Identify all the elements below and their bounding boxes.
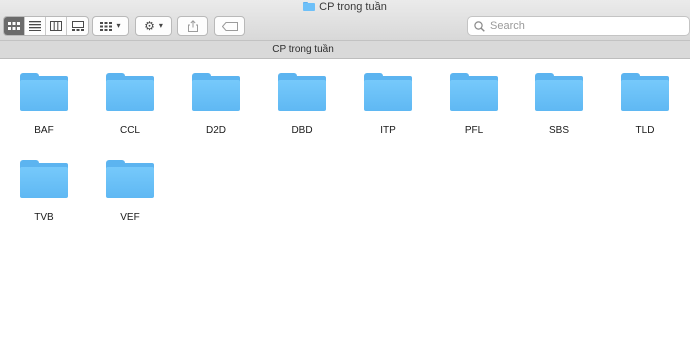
window-title: CP trong tuần	[0, 0, 690, 13]
column-view-button[interactable]	[46, 17, 67, 35]
folder-item[interactable]: BAF	[8, 60, 80, 140]
gear-icon: ⚙	[144, 19, 155, 33]
window-title-label: CP trong tuần	[319, 0, 387, 13]
folder-icon	[303, 2, 316, 11]
search-icon	[474, 20, 485, 32]
view-mode-control	[3, 16, 89, 36]
folder-item[interactable]: TLD	[609, 60, 681, 140]
folder-name: ITP	[380, 125, 396, 136]
list-view-button[interactable]	[25, 17, 46, 35]
folder-icon	[20, 160, 68, 200]
folder-name: BAF	[34, 125, 54, 136]
folder-name: SBS	[548, 125, 569, 136]
tag-icon	[221, 21, 238, 31]
folder-content-area: BAF CCL D2D DBD ITP PFL SBS TLD TVB VEF	[0, 60, 690, 356]
folder-icon	[106, 160, 154, 200]
group-grid-icon	[100, 21, 113, 31]
search-input[interactable]: Search	[490, 20, 525, 32]
tab-bar: CP trong tuần	[0, 40, 690, 59]
folder-item[interactable]: PFL	[438, 60, 510, 140]
folder-icon	[192, 73, 240, 113]
icon-view-icon	[8, 21, 20, 30]
folder-item[interactable]: TVB	[8, 147, 80, 227]
folder-name: TLD	[635, 125, 655, 136]
list-view-icon	[29, 21, 41, 31]
folder-icon	[278, 73, 326, 113]
folder-item[interactable]: SBS	[523, 60, 595, 140]
folder-icon	[535, 73, 583, 113]
folder-item[interactable]: ITP	[352, 60, 424, 140]
icon-view-button[interactable]	[4, 17, 25, 35]
folder-name: CCL	[119, 125, 140, 136]
folder-icon	[450, 73, 498, 113]
folder-icon	[621, 73, 669, 113]
toolbar: CP trong tuần ▾ ⚙ ▾ Search	[0, 0, 690, 40]
folder-item[interactable]: CCL	[94, 60, 166, 140]
folder-item[interactable]: VEF	[94, 147, 166, 227]
gallery-view-icon	[71, 21, 84, 31]
folder-item[interactable]: DBD	[266, 60, 338, 140]
share-button[interactable]	[177, 16, 208, 36]
folder-name: PFL	[464, 125, 484, 136]
tag-button[interactable]	[214, 16, 245, 36]
share-icon	[187, 20, 198, 32]
folder-name: VEF	[120, 212, 140, 223]
action-button[interactable]: ⚙ ▾	[135, 16, 172, 36]
chevron-down-icon: ▾	[116, 21, 121, 30]
folder-icon	[20, 73, 68, 113]
folder-icon	[106, 73, 154, 113]
folder-name: TVB	[34, 212, 54, 223]
tab-current-folder[interactable]: CP trong tuần	[230, 44, 376, 55]
group-button[interactable]: ▾	[92, 16, 129, 36]
column-view-icon	[50, 21, 62, 31]
folder-item[interactable]: D2D	[180, 60, 252, 140]
folder-icon	[364, 73, 412, 113]
chevron-down-icon: ▾	[158, 21, 163, 30]
search-field[interactable]: Search	[467, 16, 690, 36]
folder-name: DBD	[291, 125, 313, 136]
gallery-view-button[interactable]	[67, 17, 88, 35]
folder-name: D2D	[205, 125, 226, 136]
